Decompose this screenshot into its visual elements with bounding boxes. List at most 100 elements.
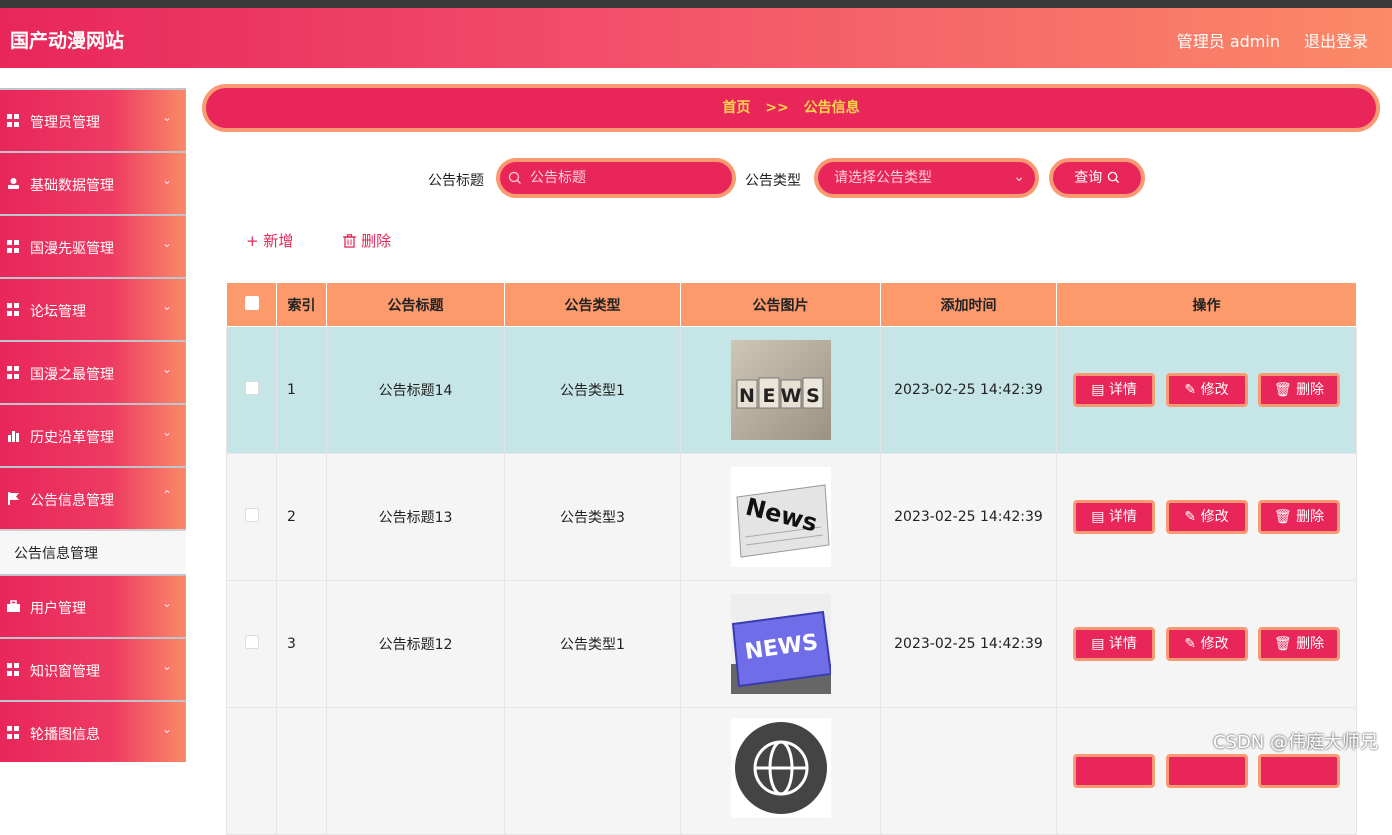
document-icon: ▤ bbox=[1091, 509, 1109, 525]
news-thumbnail[interactable]: N E W S bbox=[731, 340, 831, 440]
row-image-cell: NEWS bbox=[681, 581, 881, 708]
delete-button[interactable] bbox=[1258, 754, 1340, 788]
title-search-label: 公告标题 bbox=[428, 170, 484, 190]
query-button-label: 查询 bbox=[1074, 170, 1102, 186]
chevron-up-icon: ⌃ bbox=[162, 488, 172, 502]
detail-button[interactable]: ▤ 详情 bbox=[1073, 373, 1155, 407]
sidebar-item-admin[interactable]: 管理员管理 ⌄ bbox=[0, 88, 186, 151]
detail-button-label: 详情 bbox=[1109, 636, 1137, 652]
trash-icon bbox=[343, 232, 361, 250]
sidebar-item-pioneer[interactable]: 国漫先驱管理 ⌄ bbox=[0, 214, 186, 277]
chevron-down-icon: ⌄ bbox=[162, 659, 172, 673]
breadcrumb-separator: >> bbox=[765, 100, 788, 116]
sidebar-item-label: 轮播图信息 bbox=[30, 724, 100, 744]
grid-icon bbox=[7, 303, 20, 316]
add-button[interactable]: + 新增 bbox=[246, 230, 293, 251]
globe-thumbnail[interactable] bbox=[731, 718, 831, 818]
row-actions: ▤ 详情 ✎ 修改 🗑 删除 bbox=[1057, 327, 1357, 454]
row-image-cell: N E W S bbox=[681, 327, 881, 454]
row-title: 公告标题12 bbox=[327, 581, 505, 708]
row-actions: ▤ 详情 ✎ 修改 🗑 删除 bbox=[1057, 581, 1357, 708]
grid-icon bbox=[7, 366, 20, 379]
plus-icon: + bbox=[246, 232, 263, 250]
chevron-down-icon: ⌄ bbox=[162, 425, 172, 439]
sidebar-item-forum[interactable]: 论坛管理 ⌄ bbox=[0, 277, 186, 340]
news-thumbnail[interactable]: NEWS bbox=[731, 594, 831, 694]
detail-button[interactable] bbox=[1073, 754, 1155, 788]
search-icon bbox=[508, 162, 522, 194]
chevron-down-icon: ⌄ bbox=[162, 722, 172, 736]
news-thumbnail[interactable]: News bbox=[731, 467, 831, 567]
csdn-watermark: CSDN @伟庭大师兄 bbox=[1213, 728, 1378, 754]
thumbnail-text: S bbox=[806, 385, 820, 407]
column-header-index: 索引 bbox=[277, 283, 327, 327]
delete-button[interactable]: 🗑 删除 bbox=[1258, 500, 1340, 534]
table-row: 2 公告标题13 公告类型3 News 2023-02-25 14:42:39 bbox=[227, 454, 1357, 581]
edit-button[interactable] bbox=[1166, 754, 1248, 788]
pencil-icon: ✎ bbox=[1184, 382, 1200, 398]
row-image-cell: News bbox=[681, 454, 881, 581]
sidebar-item-basic-data[interactable]: 基础数据管理 ⌄ bbox=[0, 151, 186, 214]
breadcrumb-home[interactable]: 首页 bbox=[722, 100, 750, 116]
row-type: 公告类型1 bbox=[505, 581, 681, 708]
sidebar-item-label: 国漫之最管理 bbox=[30, 364, 114, 384]
title-search-input[interactable]: 公告标题 bbox=[496, 158, 736, 198]
sidebar-item-label: 公告信息管理 bbox=[30, 490, 114, 510]
chevron-down-icon: ⌄ bbox=[1013, 161, 1025, 193]
row-checkbox[interactable] bbox=[227, 708, 277, 835]
chevron-down-icon: ⌄ bbox=[162, 299, 172, 313]
edit-button-label: 修改 bbox=[1201, 636, 1229, 652]
sidebar-item-label: 国漫先驱管理 bbox=[30, 238, 114, 258]
column-header-actions: 操作 bbox=[1057, 283, 1357, 327]
row-time: 2023-02-25 14:42:39 bbox=[881, 454, 1057, 581]
detail-button-label: 详情 bbox=[1109, 509, 1137, 525]
pencil-icon: ✎ bbox=[1184, 509, 1200, 525]
table-row: 1 公告标题14 公告类型1 N E W S bbox=[227, 327, 1357, 454]
main-content: 首页 >> 公告信息 公告标题 公告标题 公告类型 请选择公告类型 ⌄ 查询 +… bbox=[186, 68, 1392, 762]
sidebar-subitem-notice-manage[interactable]: 公告信息管理 bbox=[0, 529, 186, 574]
delete-button[interactable]: 🗑 删除 bbox=[1258, 627, 1340, 661]
select-all-checkbox[interactable] bbox=[227, 283, 277, 327]
batch-delete-button[interactable]: 删除 bbox=[343, 230, 391, 251]
row-type bbox=[505, 708, 681, 835]
action-bar: + 新增 删除 bbox=[246, 230, 391, 251]
sidebar-item-users[interactable]: 用户管理 ⌄ bbox=[0, 574, 186, 637]
sidebar-item-best[interactable]: 国漫之最管理 ⌄ bbox=[0, 340, 186, 403]
query-button[interactable]: 查询 bbox=[1049, 158, 1145, 198]
site-brand: 国产动漫网站 bbox=[10, 26, 124, 53]
row-checkbox[interactable] bbox=[227, 454, 277, 581]
edit-button[interactable]: ✎ 修改 bbox=[1166, 500, 1248, 534]
row-title: 公告标题13 bbox=[327, 454, 505, 581]
logout-link[interactable]: 退出登录 bbox=[1304, 28, 1368, 52]
thumbnail-text: E bbox=[762, 385, 775, 407]
window-top-strip bbox=[0, 0, 1392, 8]
delete-button-label: 删除 bbox=[1296, 636, 1324, 652]
row-checkbox[interactable] bbox=[227, 327, 277, 454]
sidebar-item-notice[interactable]: 公告信息管理 ⌃ bbox=[0, 466, 186, 529]
edit-button[interactable]: ✎ 修改 bbox=[1166, 627, 1248, 661]
sidebar-item-knowledge[interactable]: 知识窗管理 ⌄ bbox=[0, 637, 186, 700]
trash-icon: 🗑 bbox=[1274, 382, 1296, 398]
detail-button[interactable]: ▤ 详情 bbox=[1073, 500, 1155, 534]
sidebar-item-label: 基础数据管理 bbox=[30, 175, 114, 195]
detail-button-label: 详情 bbox=[1109, 382, 1137, 398]
delete-button-label: 删除 bbox=[1296, 382, 1324, 398]
sidebar-item-history[interactable]: 历史沿革管理 ⌄ bbox=[0, 403, 186, 466]
table-row: 3 公告标题12 公告类型1 NEWS 2023-02-25 14:42:39 … bbox=[227, 581, 1357, 708]
detail-button[interactable]: ▤ 详情 bbox=[1073, 627, 1155, 661]
current-user[interactable]: 管理员 admin bbox=[1177, 28, 1280, 52]
chevron-down-icon: ⌄ bbox=[162, 236, 172, 250]
row-image-cell bbox=[681, 708, 881, 835]
column-header-time: 添加时间 bbox=[881, 283, 1057, 327]
sidebar-item-label: 用户管理 bbox=[30, 598, 86, 618]
header-right: 管理员 admin 退出登录 bbox=[1177, 28, 1368, 52]
sidebar-item-carousel[interactable]: 轮播图信息 ⌄ bbox=[0, 700, 186, 762]
briefcase-icon bbox=[7, 600, 20, 613]
delete-button[interactable]: 🗑 删除 bbox=[1258, 373, 1340, 407]
edit-button[interactable]: ✎ 修改 bbox=[1166, 373, 1248, 407]
row-checkbox[interactable] bbox=[227, 581, 277, 708]
sidebar-item-label: 论坛管理 bbox=[30, 301, 86, 321]
flag-icon bbox=[7, 492, 20, 505]
type-select[interactable]: 请选择公告类型 ⌄ bbox=[814, 158, 1039, 198]
breadcrumb-current: 公告信息 bbox=[804, 100, 860, 116]
